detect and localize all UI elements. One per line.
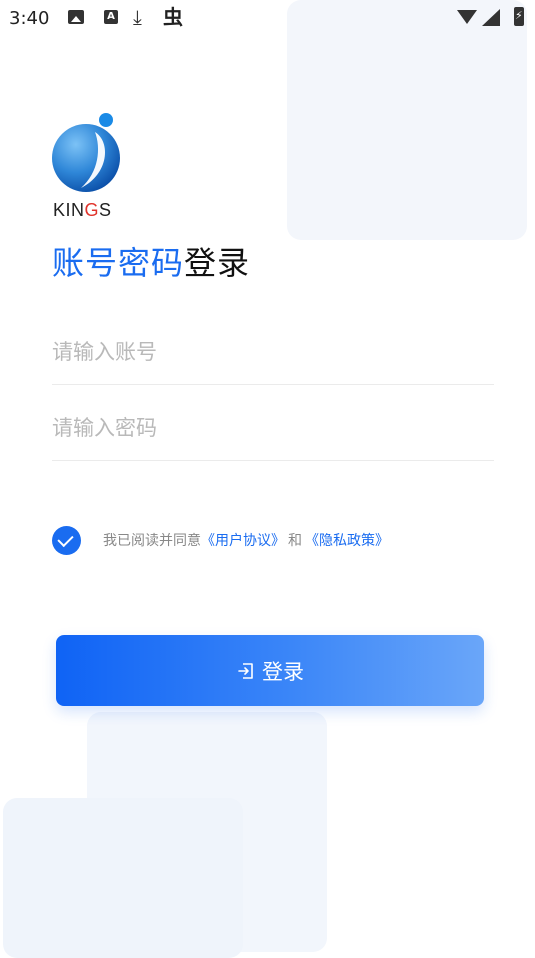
status-bar: 3:40 A ⤓ 虫: [0, 0, 535, 38]
agreement-row: 我已阅读并同意 《用户协议》 和 《隐私政策》: [52, 525, 389, 555]
background-decoration: [3, 798, 243, 958]
agreement-text: 我已阅读并同意: [103, 533, 201, 549]
page-title-rest: 登录: [184, 244, 251, 282]
logo-text-accent: G: [84, 200, 100, 220]
download-icon: ⤓: [133, 5, 142, 29]
agreement-and-text: 和: [288, 533, 302, 549]
password-field: [52, 396, 494, 461]
logo-text-main: IN: [65, 200, 85, 220]
agreement-checkbox[interactable]: [52, 525, 81, 555]
logo-text: KINGS: [53, 200, 112, 221]
account-field: [52, 320, 494, 385]
logo-mark-icon: [52, 113, 120, 192]
login-button[interactable]: 登录: [56, 635, 484, 706]
bug-icon: 虫: [163, 5, 183, 29]
user-agreement-link[interactable]: 《用户协议》: [201, 530, 285, 550]
login-button-label: 登录: [262, 659, 304, 684]
app-logo: KINGS: [51, 112, 131, 222]
a-icon: A: [104, 10, 118, 24]
status-time: 3:40: [9, 8, 50, 29]
battery-icon: [514, 7, 524, 26]
password-input[interactable]: [52, 396, 494, 460]
page-title-highlight: 账号密码: [52, 244, 185, 282]
page-title: 账号密码登录: [52, 238, 250, 284]
logo-text-prefix: K: [53, 200, 66, 220]
image-icon: [68, 10, 84, 24]
signal-icon: [482, 9, 500, 26]
privacy-policy-link[interactable]: 《隐私政策》: [305, 530, 389, 550]
account-input[interactable]: [52, 320, 494, 384]
wifi-icon: [457, 10, 477, 24]
login-icon: [238, 662, 253, 679]
logo-text-suffix: S: [99, 200, 112, 220]
